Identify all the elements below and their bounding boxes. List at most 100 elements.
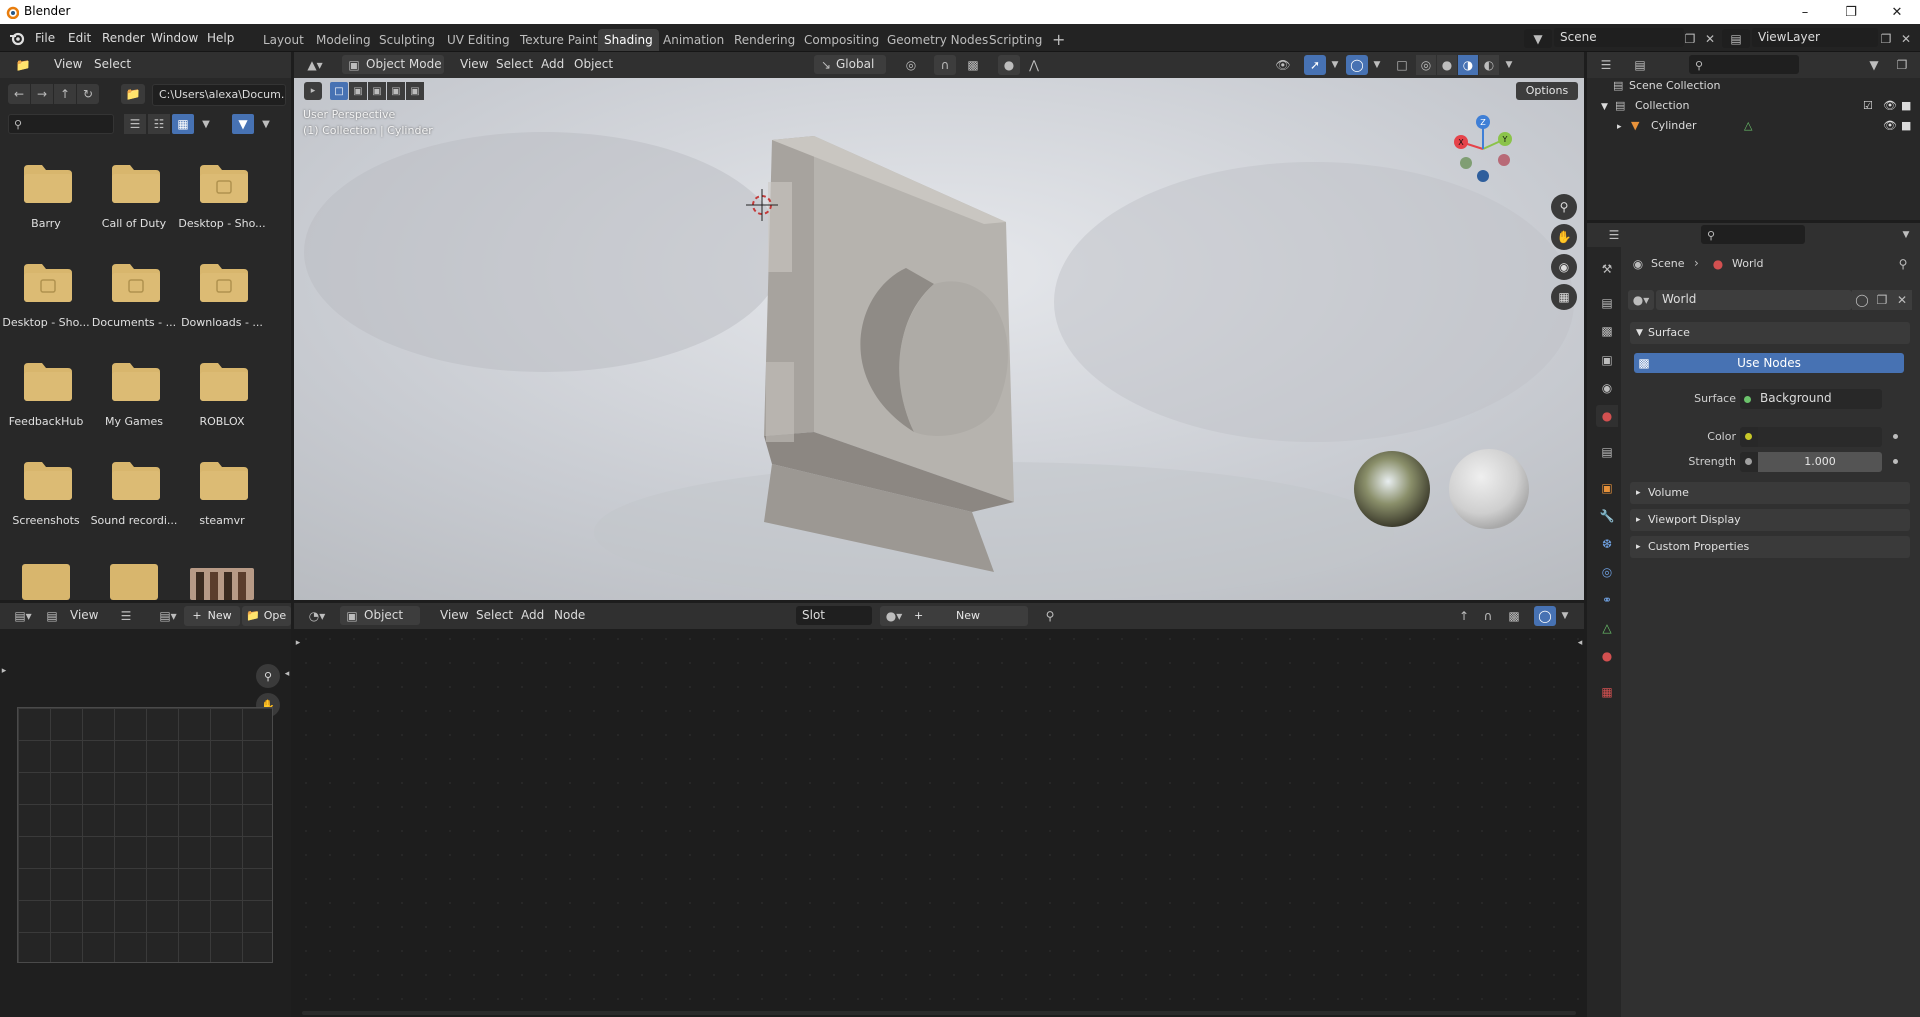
folder-item[interactable]: ROBLOX <box>178 351 266 447</box>
object-visibility-icon[interactable]: 👁 <box>1268 55 1298 75</box>
back-arrow-icon[interactable]: ← <box>8 84 30 104</box>
output-tab-icon[interactable]: ▩ <box>1596 320 1618 342</box>
scene-name-field[interactable]: Scene <box>1554 28 1684 47</box>
tab-rendering[interactable]: Rendering <box>728 29 801 51</box>
shader-menu-node[interactable]: Node <box>548 606 591 625</box>
menu-help[interactable]: Help <box>201 29 240 48</box>
blender-menu-icon[interactable] <box>8 30 26 46</box>
uv-grid-canvas[interactable] <box>17 707 273 963</box>
gizmo-settings-chevron-icon[interactable]: ▼ <box>1328 55 1342 75</box>
physics-tab-icon[interactable]: ◎ <box>1596 561 1618 583</box>
new-material-button[interactable]: + New <box>908 606 1028 626</box>
snap-magnet-icon[interactable]: ∩ <box>934 55 956 75</box>
tab-layout[interactable]: Layout <box>257 29 310 51</box>
filter-settings-chevron-icon[interactable]: ▼ <box>258 114 274 134</box>
display-horizontal-list-icon[interactable]: ☷ <box>148 114 170 134</box>
open-image-button[interactable]: 📁 Ope <box>242 606 291 626</box>
outliner-row-scene-collection[interactable]: ▤ Scene Collection <box>1613 76 1720 96</box>
pin-icon[interactable]: ⚲ <box>1894 255 1912 273</box>
pivot-point-icon[interactable]: ◎ <box>896 55 926 75</box>
viewport-menu-add[interactable]: Add <box>535 55 570 74</box>
tab-scripting[interactable]: Scripting <box>983 29 1048 51</box>
menu-edit[interactable]: Edit <box>62 29 97 48</box>
tab-shading[interactable]: Shading <box>598 29 659 51</box>
folder-item[interactable]: Desktop - Sho... <box>178 153 266 249</box>
rendered-shading-icon[interactable]: ◐ <box>1479 55 1499 75</box>
folder-item[interactable]: Call of Duty <box>90 153 178 249</box>
world-color-swatch[interactable] <box>1758 427 1882 447</box>
use-nodes-button[interactable]: Use Nodes <box>1634 353 1904 373</box>
perspective-toggle-icon[interactable]: ▦ <box>1551 284 1577 310</box>
modifier-wrench-icon[interactable]: 🔧 <box>1596 505 1618 527</box>
render-camera-icon[interactable]: ■ <box>1901 116 1911 136</box>
tab-texture-paint[interactable]: Texture Paint <box>514 29 603 51</box>
folder-item[interactable]: My Games <box>90 351 178 447</box>
collection-tab-icon[interactable]: ▤ <box>1596 441 1618 463</box>
falloff-curve-icon[interactable]: ⋀ <box>1022 55 1046 75</box>
volume-section-header[interactable]: ▸ Volume <box>1630 482 1910 504</box>
navigation-gizmo[interactable]: Z Y X <box>1448 114 1518 184</box>
solid-shading-icon[interactable]: ● <box>1437 55 1457 75</box>
select-new-icon[interactable]: □ <box>330 82 348 100</box>
exclude-checkbox-icon[interactable]: ☑ <box>1863 96 1873 116</box>
display-mode-icon[interactable]: ▤ <box>1625 55 1655 75</box>
material-browse-icon[interactable]: ●▾ <box>880 606 908 626</box>
hamburger-menu-icon[interactable]: ☰ <box>116 606 136 626</box>
delete-scene-icon[interactable]: ✕ <box>1700 29 1720 48</box>
material-tab-icon[interactable]: ● <box>1596 645 1618 667</box>
strength-value-field[interactable]: 1.000 <box>1758 452 1882 472</box>
file-path-field[interactable]: C:\Users\alexa\Docum... <box>152 84 286 106</box>
delete-view-layer-icon[interactable]: ✕ <box>1896 29 1916 48</box>
outliner-filter-icon[interactable]: ▼ <box>1859 55 1889 75</box>
toolbar-expand-arrow-icon[interactable]: ▸ <box>294 635 302 651</box>
surface-section-header[interactable]: ▼ Surface <box>1630 322 1910 344</box>
tab-compositing[interactable]: Compositing <box>798 29 885 51</box>
overlays-settings-chevron-icon[interactable]: ▼ <box>1370 55 1384 75</box>
overlays-settings-chevron-icon[interactable]: ▼ <box>1558 606 1572 626</box>
outliner-row-collection[interactable]: ▼ ▤ Collection ☑ 👁 ■ <box>1601 96 1913 116</box>
menu-file[interactable]: File <box>29 29 61 48</box>
viewport-menu-select[interactable]: Select <box>490 55 539 74</box>
folder-item[interactable]: Downloads - ... <box>178 252 266 348</box>
display-vertical-list-icon[interactable]: ☰ <box>124 114 146 134</box>
tool-tab-icon[interactable]: ⚒ <box>1596 258 1618 280</box>
tab-sculpting[interactable]: Sculpting <box>373 29 441 51</box>
zoom-view-icon[interactable]: ⚲ <box>1551 194 1577 220</box>
image-thumbnail[interactable] <box>190 568 254 600</box>
image-browse-icon[interactable]: ▤▾ <box>154 606 182 626</box>
sidebar-expand-arrow-icon[interactable]: ▸ <box>0 663 8 679</box>
pin-icon[interactable]: ⚲ <box>1040 606 1060 626</box>
visibility-eye-icon[interactable]: 👁 <box>1883 116 1897 136</box>
new-view-layer-icon[interactable]: ❐ <box>1876 29 1896 48</box>
scene-selector-icon[interactable]: ▼ <box>1524 29 1552 48</box>
scene-tab-icon[interactable]: ◉ <box>1596 377 1618 399</box>
horizontal-scrollbar[interactable] <box>302 1011 1576 1015</box>
world-name-field[interactable]: World <box>1656 290 1852 310</box>
menu-render[interactable]: Render <box>96 29 151 48</box>
editor-type-outliner-icon[interactable]: ☰ <box>1591 55 1621 75</box>
minimize-button[interactable]: – <box>1782 0 1828 24</box>
view-layer-selector-icon[interactable]: ▤ <box>1722 29 1750 48</box>
visibility-eye-icon[interactable]: 👁 <box>1883 96 1897 116</box>
overlays-toggle-icon[interactable]: ◯ <box>1534 606 1556 626</box>
tab-modeling[interactable]: Modeling <box>310 29 377 51</box>
camera-view-icon[interactable]: ◉ <box>1551 254 1577 280</box>
new-image-button[interactable]: + New <box>184 606 240 626</box>
filter-icon[interactable]: ▼ <box>232 114 254 134</box>
world-tab-icon[interactable]: ● <box>1596 405 1618 427</box>
properties-options-chevron-icon[interactable]: ▼ <box>1897 225 1915 245</box>
wireframe-shading-icon[interactable]: ◎ <box>1416 55 1436 75</box>
options-dropdown[interactable]: Options <box>1516 82 1578 100</box>
overlays-toggle-icon[interactable]: ◯ <box>1346 55 1368 75</box>
maximize-button[interactable]: ❐ <box>1828 0 1874 24</box>
editor-type-folder-icon[interactable]: 📁 <box>8 55 38 75</box>
tab-animation[interactable]: Animation <box>657 29 730 51</box>
display-thumbnails-icon[interactable]: ▦ <box>172 114 194 134</box>
toolbar-collapse-arrow-icon[interactable]: ◂ <box>283 667 291 681</box>
viewport-menu-view[interactable]: View <box>454 55 494 74</box>
forward-arrow-icon[interactable]: → <box>31 84 53 104</box>
world-browse-icon[interactable]: ●▾ <box>1628 290 1654 310</box>
texture-tab-icon[interactable]: ▦ <box>1596 681 1618 703</box>
editor-type-node-icon[interactable]: ◔▾ <box>302 606 332 626</box>
shading-settings-chevron-icon[interactable]: ▼ <box>1502 55 1516 75</box>
